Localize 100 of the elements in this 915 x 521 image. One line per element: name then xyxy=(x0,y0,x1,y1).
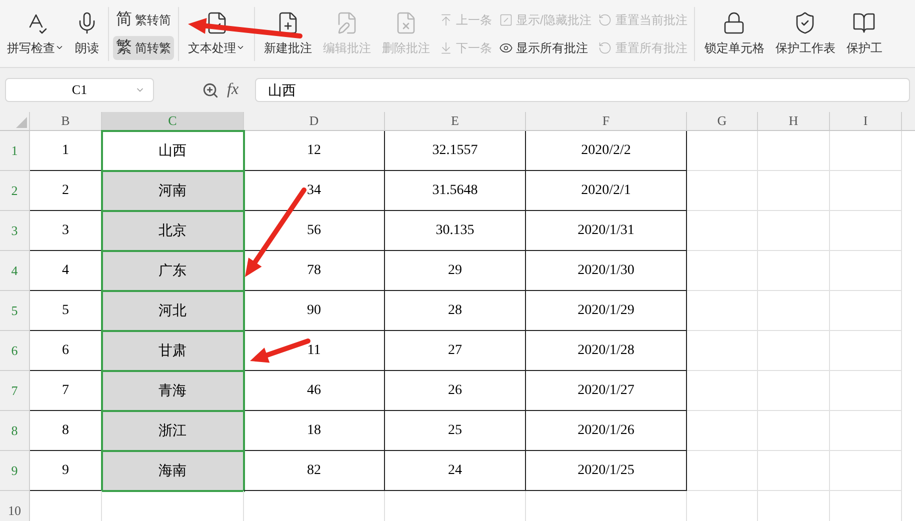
table-cell: 24 xyxy=(385,451,526,491)
table-cell: 2020/2/1 xyxy=(526,171,687,211)
row-header[interactable]: 10 xyxy=(0,491,30,521)
reset-icon xyxy=(598,40,612,54)
square-slash-icon xyxy=(499,12,513,26)
table-cell: 甘肃 xyxy=(102,331,244,371)
empty-cell xyxy=(758,211,830,251)
column-header[interactable]: G xyxy=(687,112,758,130)
table-cell: 浙江 xyxy=(102,411,244,451)
table-cell: 26 xyxy=(385,371,526,411)
row-header[interactable]: 1 xyxy=(0,131,30,171)
caret-icon xyxy=(55,43,64,52)
empty-cell xyxy=(687,331,758,371)
toolbar-button[interactable]: 锁定单元格 xyxy=(699,4,770,64)
table-cell: 25 xyxy=(385,411,526,451)
row-header[interactable]: 4 xyxy=(0,251,30,291)
empty-cell xyxy=(758,251,830,291)
empty-cell xyxy=(830,371,902,411)
toolbar-button[interactable]: 保护工 xyxy=(841,4,888,64)
column-header[interactable]: F xyxy=(526,112,687,130)
row-header[interactable]: 6 xyxy=(0,331,30,371)
empty-cell xyxy=(687,171,758,211)
table-cell: 90 xyxy=(244,291,385,331)
table-cell: 广东 xyxy=(102,251,244,291)
table-cell: 海南 xyxy=(102,451,244,491)
reset-icon xyxy=(598,12,612,26)
empty-cell xyxy=(830,291,902,331)
table-cell: 2020/1/30 xyxy=(526,251,687,291)
table-cell: 山西 xyxy=(102,131,244,171)
column-header[interactable]: D xyxy=(244,112,385,130)
empty-cell xyxy=(758,291,830,331)
table-cell: 2020/1/29 xyxy=(526,291,687,331)
table-cell: 56 xyxy=(244,211,385,251)
empty-cell xyxy=(687,371,758,411)
table-cell: 82 xyxy=(244,451,385,491)
table-cell: 2020/1/28 xyxy=(526,331,687,371)
table-cell: 2020/1/31 xyxy=(526,211,687,251)
table-cell: 29 xyxy=(385,251,526,291)
column-header[interactable]: H xyxy=(758,112,830,130)
table-cell: 2020/1/25 xyxy=(526,451,687,491)
empty-cell xyxy=(830,171,902,211)
row-header[interactable]: 2 xyxy=(0,171,30,211)
function-label[interactable]: fx xyxy=(227,78,247,102)
row-header[interactable]: 3 xyxy=(0,211,30,251)
zoom-icon[interactable] xyxy=(202,82,219,98)
toolbar-button[interactable]: 繁 简转繁 xyxy=(113,36,174,60)
table-cell: 北京 xyxy=(102,211,244,251)
table-cell: 2020/2/2 xyxy=(526,131,687,171)
table-cell: 32.1557 xyxy=(385,131,526,171)
table-cell: 2020/1/26 xyxy=(526,411,687,451)
column-header[interactable]: I xyxy=(830,112,902,130)
empty-cell xyxy=(687,451,758,491)
toolbar-button[interactable]: 拼写检查 xyxy=(2,4,69,64)
empty-cell xyxy=(758,411,830,451)
empty-cell xyxy=(687,131,758,171)
column-header[interactable]: E xyxy=(385,112,526,130)
eye-icon xyxy=(499,40,513,54)
toolbar-button[interactable]: 新建批注 xyxy=(259,4,317,64)
empty-cell xyxy=(830,411,902,451)
empty-cell xyxy=(687,291,758,331)
empty-cell xyxy=(758,131,830,171)
table-cell: 28 xyxy=(385,291,526,331)
table-cell: 34 xyxy=(244,171,385,211)
arrow-down-icon xyxy=(439,40,453,54)
empty-cell xyxy=(758,171,830,211)
table-cell: 27 xyxy=(385,331,526,371)
row-header[interactable]: 9 xyxy=(0,451,30,491)
name-box[interactable]: C1 xyxy=(5,78,154,102)
toolbar-button[interactable]: 朗读 xyxy=(70,4,104,64)
row-header[interactable]: 7 xyxy=(0,371,30,411)
empty-cell xyxy=(830,331,902,371)
character-icon: 简 xyxy=(116,12,132,28)
empty-cell xyxy=(687,211,758,251)
arrow-up-icon xyxy=(439,12,453,26)
caret-icon xyxy=(236,43,245,52)
table-cell: 青海 xyxy=(102,371,244,411)
toolbar-button[interactable]: 显示所有批注 xyxy=(496,36,594,60)
table-cell: 2020/1/27 xyxy=(526,371,687,411)
empty-cell xyxy=(830,451,902,491)
book-icon xyxy=(852,10,876,34)
formula-field[interactable]: 山西 xyxy=(255,78,910,102)
empty-cell xyxy=(758,331,830,371)
empty-cell xyxy=(758,451,830,491)
arrow-annotation xyxy=(250,338,310,363)
empty-cell xyxy=(687,251,758,291)
character-icon: 繁 xyxy=(116,40,132,56)
toolbar-button[interactable]: 保护工作表 xyxy=(770,4,840,64)
table-cell: 18 xyxy=(244,411,385,451)
lock-icon xyxy=(722,10,746,34)
empty-cell xyxy=(830,251,902,291)
toolbar-button[interactable]: 简 繁转简 xyxy=(113,8,174,32)
table-cell: 1 xyxy=(30,131,102,171)
row-header[interactable]: 8 xyxy=(0,411,30,451)
table-cell: 30.135 xyxy=(385,211,526,251)
row-header[interactable]: 5 xyxy=(0,291,30,331)
empty-cell xyxy=(687,411,758,451)
table-cell: 12 xyxy=(244,131,385,171)
table-cell: 46 xyxy=(244,371,385,411)
empty-cell xyxy=(830,131,902,171)
table-cell: 河北 xyxy=(102,291,244,331)
